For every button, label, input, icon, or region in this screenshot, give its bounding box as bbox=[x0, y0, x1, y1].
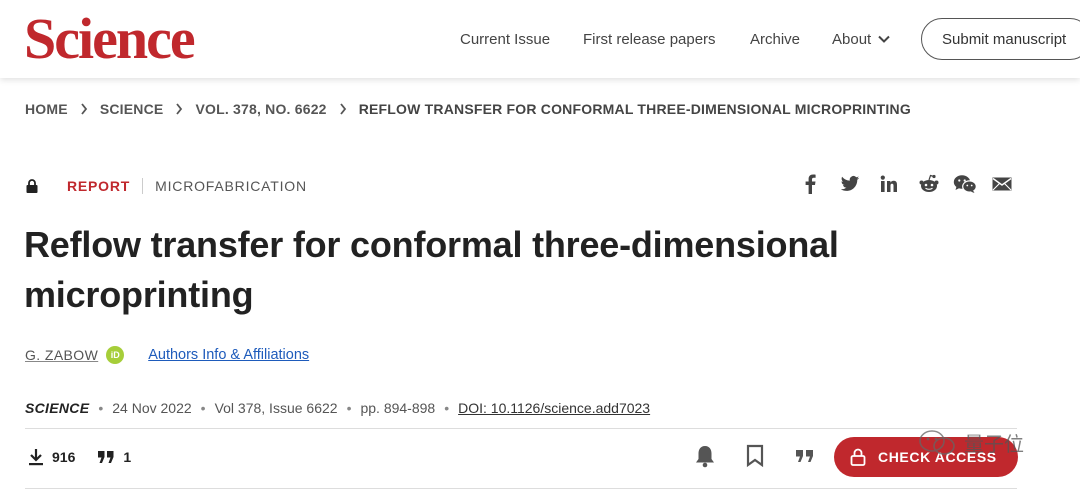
submit-manuscript-button[interactable]: Submit manuscript bbox=[921, 18, 1080, 60]
wechat-icon[interactable] bbox=[953, 174, 977, 194]
download-icon bbox=[29, 449, 43, 466]
chevron-right-icon bbox=[339, 103, 346, 115]
breadcrumb-home[interactable]: HOME bbox=[25, 101, 68, 117]
breadcrumb-science[interactable]: SCIENCE bbox=[100, 101, 164, 117]
volume-issue[interactable]: Vol 378, Issue 6622 bbox=[215, 400, 338, 416]
chevron-down-icon bbox=[878, 35, 890, 43]
twitter-icon[interactable] bbox=[840, 174, 860, 194]
divider bbox=[142, 178, 144, 194]
divider bbox=[25, 428, 1017, 429]
citation-icon bbox=[98, 451, 114, 463]
wechat-logo-icon bbox=[919, 429, 955, 455]
publication-date: 24 Nov 2022 bbox=[112, 400, 192, 416]
article-meta: REPORT MICROFABRICATION bbox=[25, 176, 307, 196]
article-title: Reflow transfer for conformal three-dime… bbox=[24, 224, 839, 315]
journal-name: SCIENCE bbox=[25, 400, 90, 416]
nav-first-release[interactable]: First release papers bbox=[583, 0, 716, 78]
breadcrumb-current: REFLOW TRANSFER FOR CONFORMAL THREE-DIME… bbox=[358, 101, 911, 117]
email-icon[interactable] bbox=[992, 174, 1012, 194]
download-count: 916 bbox=[52, 449, 76, 465]
page-range: pp. 894-898 bbox=[360, 400, 436, 416]
nav-current-issue[interactable]: Current Issue bbox=[460, 0, 550, 78]
chevron-right-icon bbox=[176, 103, 183, 115]
science-logo[interactable]: Science bbox=[24, 8, 196, 70]
publication-info: SCIENCE • 24 Nov 2022 • Vol 378, Issue 6… bbox=[25, 400, 650, 416]
unlock-icon bbox=[850, 448, 866, 466]
cite-icon[interactable] bbox=[794, 444, 816, 468]
article-subject[interactable]: MICROFABRICATION bbox=[155, 178, 307, 194]
reddit-icon[interactable] bbox=[918, 174, 940, 194]
author-line: G. ZABOW iD Authors Info & Affiliations bbox=[25, 346, 309, 364]
separator-dot: • bbox=[346, 400, 352, 416]
watermark: 量子位 bbox=[918, 428, 1024, 457]
site-header: Science Current Issue First release pape… bbox=[0, 0, 1080, 78]
linkedin-icon[interactable] bbox=[880, 174, 898, 194]
breadcrumb-volume[interactable]: VOL. 378, NO. 6622 bbox=[195, 101, 326, 117]
lock-icon bbox=[26, 179, 38, 193]
chevron-right-icon bbox=[81, 103, 87, 115]
divider bbox=[25, 488, 1017, 489]
bookmark-icon[interactable] bbox=[745, 444, 765, 468]
breadcrumb: HOME SCIENCE VOL. 378, NO. 6622 REFLOW T… bbox=[25, 101, 911, 117]
article-type[interactable]: REPORT bbox=[67, 178, 130, 194]
bell-icon[interactable] bbox=[694, 444, 716, 468]
separator-dot: • bbox=[444, 400, 450, 416]
citation-count: 1 bbox=[123, 449, 132, 465]
orcid-icon[interactable]: iD bbox=[106, 346, 125, 364]
doi-link[interactable]: DOI: 10.1126/science.add7023 bbox=[458, 400, 650, 416]
separator-dot: • bbox=[98, 400, 104, 416]
article-metrics: 916 1 bbox=[28, 448, 131, 466]
facebook-icon[interactable] bbox=[802, 174, 818, 194]
separator-dot: • bbox=[200, 400, 206, 416]
nav-about[interactable]: About bbox=[832, 0, 891, 78]
author-link[interactable]: G. ZABOW bbox=[25, 347, 98, 363]
authors-affiliations-link[interactable]: Authors Info & Affiliations bbox=[148, 347, 309, 363]
nav-archive[interactable]: Archive bbox=[750, 0, 800, 78]
